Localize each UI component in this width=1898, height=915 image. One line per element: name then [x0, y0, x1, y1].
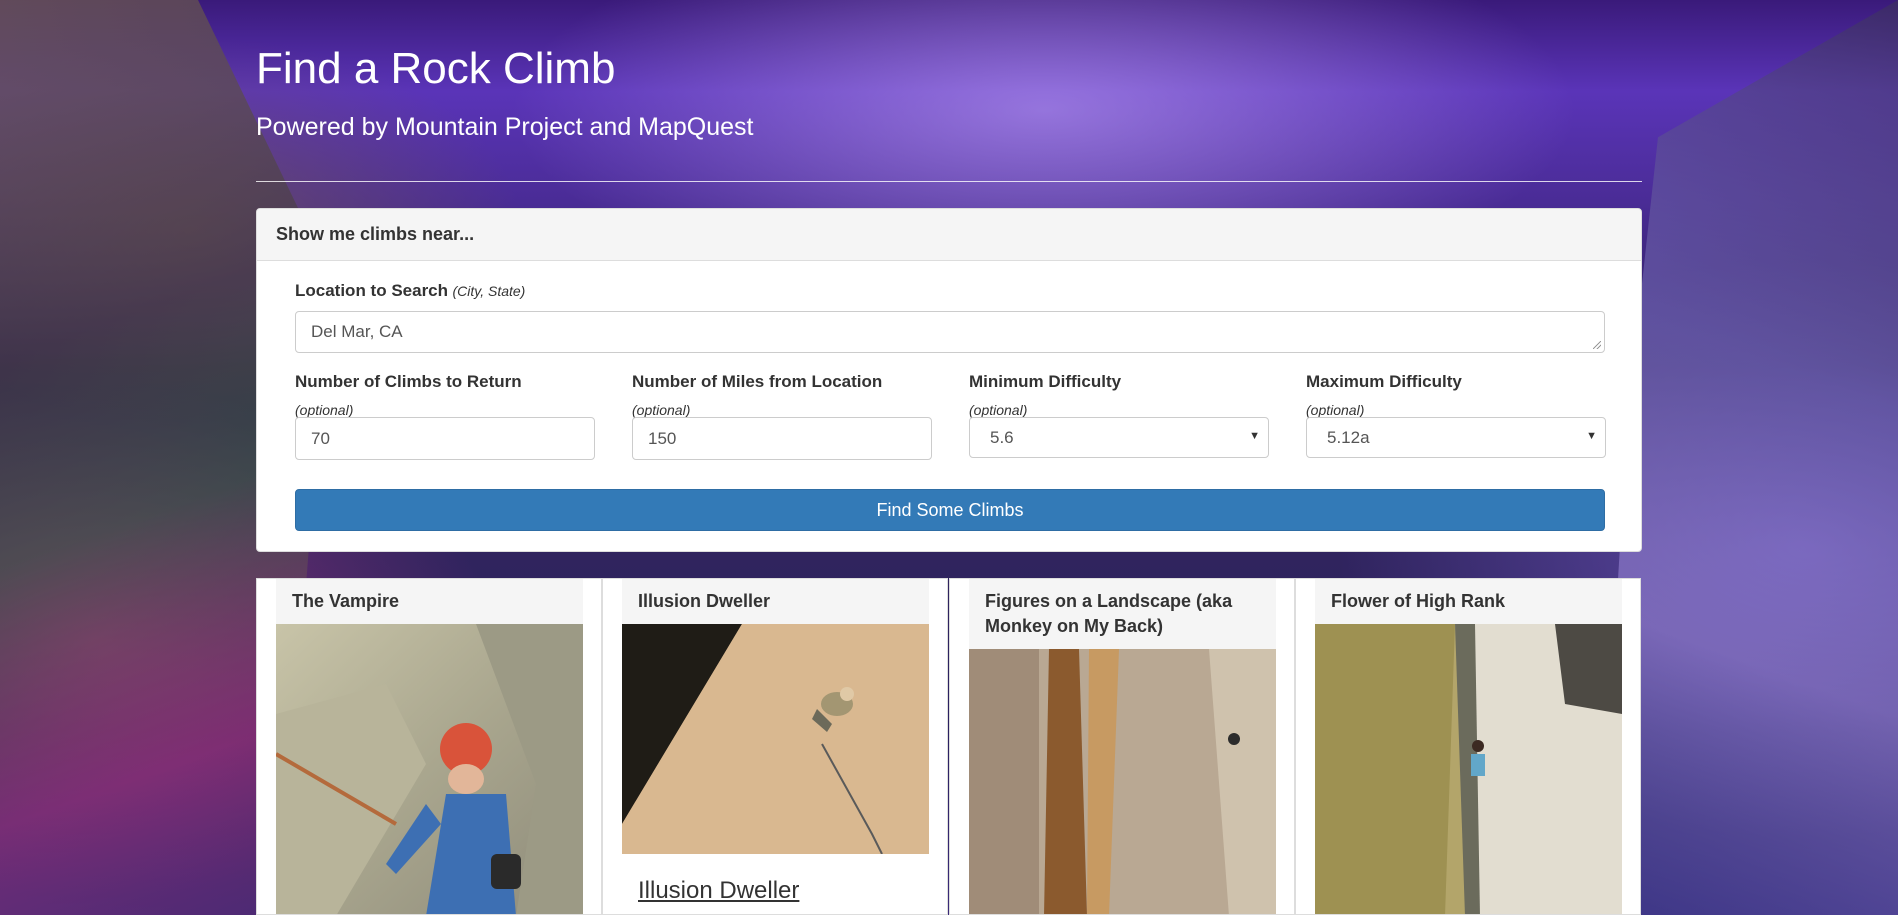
max-difficulty-label: Maximum Difficulty: [1306, 372, 1462, 391]
search-panel-heading: Show me climbs near...: [257, 209, 1641, 261]
num-miles-group: Number of Miles from Location (optional)…: [632, 372, 932, 460]
min-difficulty-select[interactable]: 5.6 ▼: [969, 417, 1269, 458]
caret-down-icon: ▼: [1586, 430, 1597, 442]
climb-photo[interactable]: [1315, 624, 1622, 914]
location-label: Location to Search: [295, 281, 449, 300]
climb-photo[interactable]: [622, 624, 929, 854]
num-miles-value: 150: [648, 429, 677, 448]
climb-photo-image: [276, 624, 583, 914]
num-climbs-hint: (optional): [295, 402, 354, 418]
climb-photo-image: [1315, 624, 1622, 914]
result-card-title: Figures on a Landscape (aka Monkey on My…: [969, 579, 1276, 649]
num-climbs-value: 70: [311, 429, 330, 448]
page-subtitle: Powered by Mountain Project and MapQuest: [256, 113, 754, 141]
num-miles-hint: (optional): [632, 402, 691, 418]
result-card: Figures on a Landscape (aka Monkey on My…: [949, 578, 1295, 915]
max-difficulty-select[interactable]: 5.12a ▼: [1306, 417, 1606, 458]
result-card: The Vampire: [256, 578, 602, 915]
num-climbs-label: Number of Climbs to Return: [295, 372, 522, 391]
min-difficulty-value: 5.6: [990, 428, 1014, 447]
num-miles-label: Number of Miles from Location: [632, 372, 883, 391]
climb-photo-image: [969, 649, 1276, 914]
location-input[interactable]: Del Mar, CA: [295, 311, 1605, 353]
background-mountain-right: [1598, 0, 1898, 915]
result-card: Illusion Dweller Illusion Dweller: [602, 578, 948, 915]
result-card-title: The Vampire: [276, 579, 583, 624]
climb-photo-image: [622, 624, 929, 854]
location-input-value: Del Mar, CA: [311, 322, 403, 341]
resize-grip-icon[interactable]: [1593, 341, 1601, 349]
max-difficulty-value: 5.12a: [1327, 428, 1370, 447]
num-climbs-input[interactable]: 70: [295, 417, 595, 460]
result-card-title: Flower of High Rank: [1315, 579, 1622, 624]
search-panel: Show me climbs near... Location to Searc…: [256, 208, 1642, 552]
page-title: Find a Rock Climb: [256, 44, 616, 93]
find-climbs-button[interactable]: Find Some Climbs: [295, 489, 1605, 531]
location-hint: (City, State): [452, 283, 526, 299]
min-difficulty-group: Minimum Difficulty (optional) 5.6 ▼: [969, 372, 1269, 458]
max-difficulty-group: Maximum Difficulty (optional) 5.12a ▼: [1306, 372, 1606, 458]
caret-down-icon: ▼: [1249, 430, 1260, 442]
num-climbs-group: Number of Climbs to Return (optional) 70: [295, 372, 595, 460]
header-divider: [256, 181, 1642, 182]
location-label-group: Location to Search (City, State): [295, 281, 525, 301]
max-difficulty-hint: (optional): [1306, 402, 1365, 418]
min-difficulty-hint: (optional): [969, 402, 1028, 418]
result-card-title: Illusion Dweller: [622, 579, 929, 624]
climb-photo[interactable]: [969, 649, 1276, 914]
results-list: The Vampire Illusion Dweller Illusion Dw…: [256, 578, 1642, 915]
result-card: Flower of High Rank: [1295, 578, 1641, 915]
num-miles-input[interactable]: 150: [632, 417, 932, 460]
result-card-link[interactable]: Illusion Dweller: [638, 877, 799, 905]
min-difficulty-label: Minimum Difficulty: [969, 372, 1122, 391]
climb-photo[interactable]: [276, 624, 583, 914]
